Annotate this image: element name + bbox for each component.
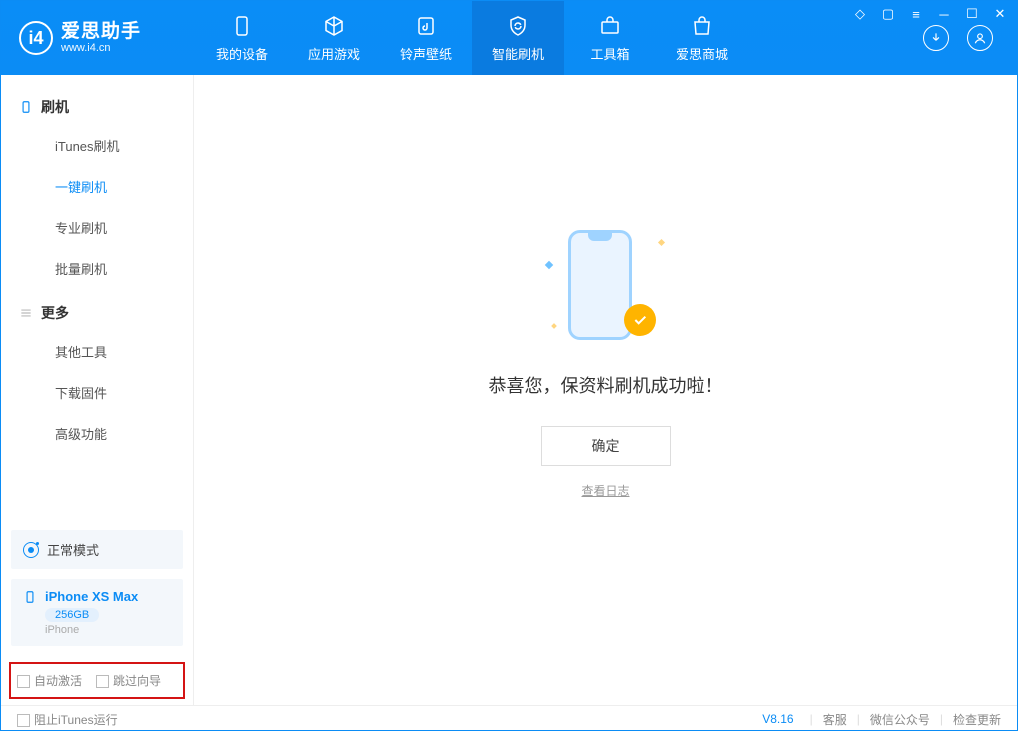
checkbox-block-itunes[interactable]: 阻止iTunes运行 xyxy=(17,711,118,728)
music-icon xyxy=(414,14,438,38)
sidebar-item-advanced[interactable]: 高级功能 xyxy=(1,413,193,454)
ok-button[interactable]: 确定 xyxy=(541,426,671,466)
bag-icon xyxy=(690,14,714,38)
sidebar-item-pro[interactable]: 专业刷机 xyxy=(1,207,193,248)
phone-small-icon xyxy=(23,590,37,604)
sidebar-item-batch[interactable]: 批量刷机 xyxy=(1,248,193,289)
tab-toolbox[interactable]: 工具箱 xyxy=(564,1,656,75)
app-subtitle: www.i4.cn xyxy=(61,42,141,54)
sidebar-section-flash: 刷机 xyxy=(1,83,193,125)
view-log-link[interactable]: 查看日志 xyxy=(581,482,629,499)
sidebar-item-oneclick[interactable]: 一键刷机 xyxy=(1,166,193,207)
footer-update[interactable]: 检查更新 xyxy=(953,711,1001,728)
main-content: 恭喜您，保资料刷机成功啦！ 确定 查看日志 xyxy=(194,75,1017,705)
tab-label: 智能刷机 xyxy=(492,44,544,63)
success-illustration xyxy=(546,222,666,352)
device-type: iPhone xyxy=(45,624,171,636)
skin-icon[interactable]: ◇ xyxy=(853,7,867,21)
download-button[interactable] xyxy=(923,25,949,51)
sidebar-item-itunes[interactable]: iTunes刷机 xyxy=(1,125,193,166)
tab-my-device[interactable]: 我的设备 xyxy=(196,1,288,75)
mode-box[interactable]: 正常模式 xyxy=(11,530,183,569)
mode-label: 正常模式 xyxy=(47,540,99,559)
footer: 阻止iTunes运行 V8.16 | 客服 | 微信公众号 | 检查更新 xyxy=(1,705,1017,732)
device-icon xyxy=(19,100,33,114)
tab-label: 我的设备 xyxy=(216,44,268,63)
checkmark-icon xyxy=(624,304,656,336)
toolbox-icon xyxy=(598,14,622,38)
sidebar-section-more: 更多 xyxy=(1,289,193,331)
device-box[interactable]: iPhone XS Max 256GB iPhone xyxy=(11,579,183,646)
window-controls: ◇ ▢ ≡ ─ ☐ ✕ xyxy=(853,7,1007,21)
tab-ringtones[interactable]: 铃声壁纸 xyxy=(380,1,472,75)
footer-service[interactable]: 客服 xyxy=(823,711,847,728)
options-highlight: 自动激活 跳过向导 xyxy=(9,662,185,699)
device-name: iPhone XS Max xyxy=(45,589,138,604)
app-header: i4 爱思助手 www.i4.cn 我的设备 应用游戏 铃声壁纸 智能刷机 工具… xyxy=(1,1,1017,75)
top-tabs: 我的设备 应用游戏 铃声壁纸 智能刷机 工具箱 爱思商城 xyxy=(196,1,748,75)
maximize-icon[interactable]: ☐ xyxy=(965,7,979,21)
logo: i4 爱思助手 www.i4.cn xyxy=(1,21,196,55)
version-label: V8.16 xyxy=(762,712,793,726)
body: 刷机 iTunes刷机 一键刷机 专业刷机 批量刷机 更多 其他工具 下载固件 … xyxy=(1,75,1017,705)
sidebar-item-firmware[interactable]: 下载固件 xyxy=(1,372,193,413)
sidebar: 刷机 iTunes刷机 一键刷机 专业刷机 批量刷机 更多 其他工具 下载固件 … xyxy=(1,75,194,705)
checkbox-skip-guide[interactable]: 跳过向导 xyxy=(96,672,161,689)
tab-label: 工具箱 xyxy=(590,44,629,63)
section-label: 更多 xyxy=(41,303,69,323)
tab-store[interactable]: 爱思商城 xyxy=(656,1,748,75)
sidebar-item-other[interactable]: 其他工具 xyxy=(1,331,193,372)
menu-icon[interactable]: ≡ xyxy=(909,7,923,21)
success-message: 恭喜您，保资料刷机成功啦！ xyxy=(489,372,723,398)
header-right xyxy=(923,25,1017,51)
user-button[interactable] xyxy=(967,25,993,51)
tab-smart-flash[interactable]: 智能刷机 xyxy=(472,1,564,75)
minimize-icon[interactable]: ─ xyxy=(937,7,951,21)
tab-label: 应用游戏 xyxy=(308,44,360,63)
logo-icon: i4 xyxy=(19,21,53,55)
feedback-icon[interactable]: ▢ xyxy=(881,7,895,21)
checkbox-auto-activate[interactable]: 自动激活 xyxy=(17,672,82,689)
tab-label: 铃声壁纸 xyxy=(400,44,452,63)
refresh-shield-icon xyxy=(506,14,530,38)
close-icon[interactable]: ✕ xyxy=(993,7,1007,21)
device-storage: 256GB xyxy=(45,608,99,622)
mode-icon xyxy=(23,542,39,558)
cube-icon xyxy=(322,14,346,38)
tab-apps[interactable]: 应用游戏 xyxy=(288,1,380,75)
list-icon xyxy=(19,306,33,320)
app-title: 爱思助手 xyxy=(61,22,141,43)
footer-wechat[interactable]: 微信公众号 xyxy=(870,711,930,728)
section-label: 刷机 xyxy=(41,97,69,117)
phone-icon xyxy=(230,14,254,38)
tab-label: 爱思商城 xyxy=(676,44,728,63)
